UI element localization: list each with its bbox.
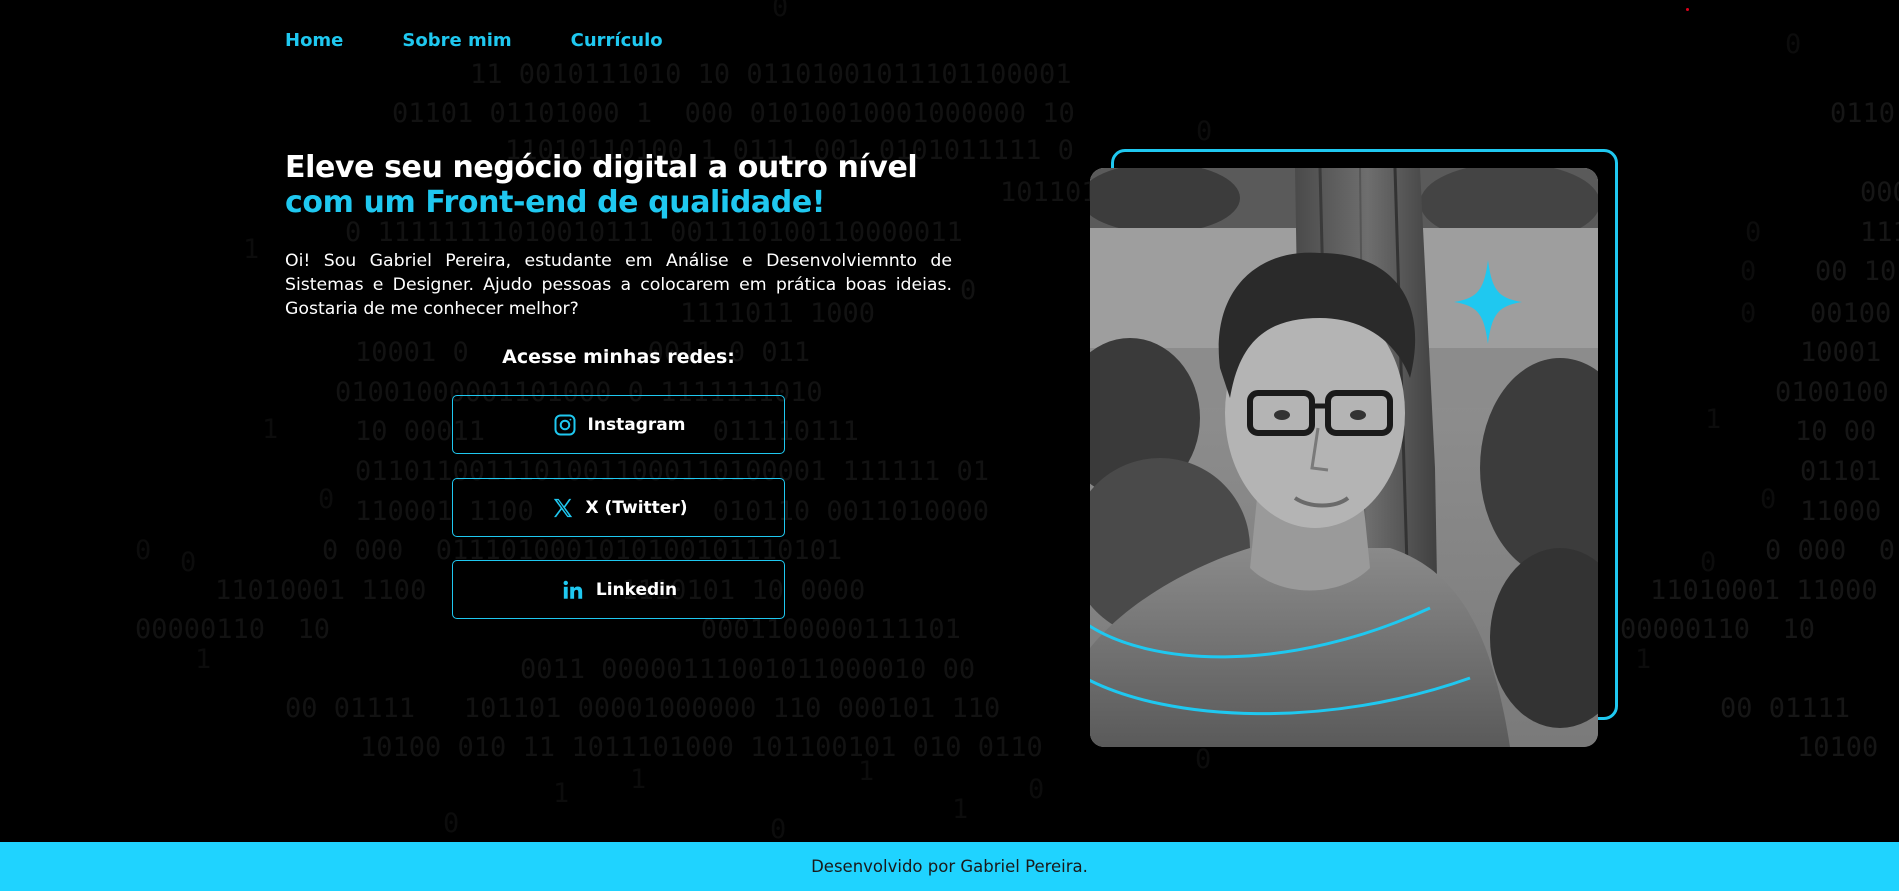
top-nav: Home Sobre mim Currículo: [285, 30, 663, 56]
socials-title: Acesse minhas redes:: [502, 346, 735, 368]
linkedin-label: Linkedin: [595, 579, 678, 600]
profile-photo: [1090, 168, 1598, 747]
linkedin-icon: [560, 577, 586, 603]
instagram-icon: [552, 412, 578, 438]
x-twitter-label: X (Twitter): [585, 497, 688, 518]
x-twitter-icon: [550, 495, 576, 521]
nav-link-curriculum[interactable]: Currículo: [571, 30, 663, 56]
headline-line-1: Eleve seu negócio digital a outro nível: [285, 150, 918, 185]
hero-section: Eleve seu negócio digital a outro nível …: [285, 150, 952, 321]
instagram-label: Instagram: [587, 414, 686, 435]
linkedin-button[interactable]: Linkedin: [452, 560, 785, 619]
footer-text: Desenvolvido por Gabriel Pereira.: [811, 857, 1088, 876]
footer: Desenvolvido por Gabriel Pereira.: [0, 842, 1899, 891]
red-dot-marker: [1686, 8, 1689, 11]
instagram-button[interactable]: Instagram: [452, 395, 785, 454]
hero-headline: Eleve seu negócio digital a outro nível …: [285, 150, 952, 220]
intro-paragraph: Oi! Sou Gabriel Pereira, estudante em An…: [285, 251, 952, 319]
nav-link-home[interactable]: Home: [285, 30, 343, 56]
headline-line-2: com um Front-end de qualidade!: [285, 185, 826, 220]
x-twitter-button[interactable]: X (Twitter): [452, 478, 785, 537]
nav-link-about[interactable]: Sobre mim: [402, 30, 511, 56]
page: 0 11 0010111010 10 01101001011101100001 …: [0, 0, 1899, 891]
